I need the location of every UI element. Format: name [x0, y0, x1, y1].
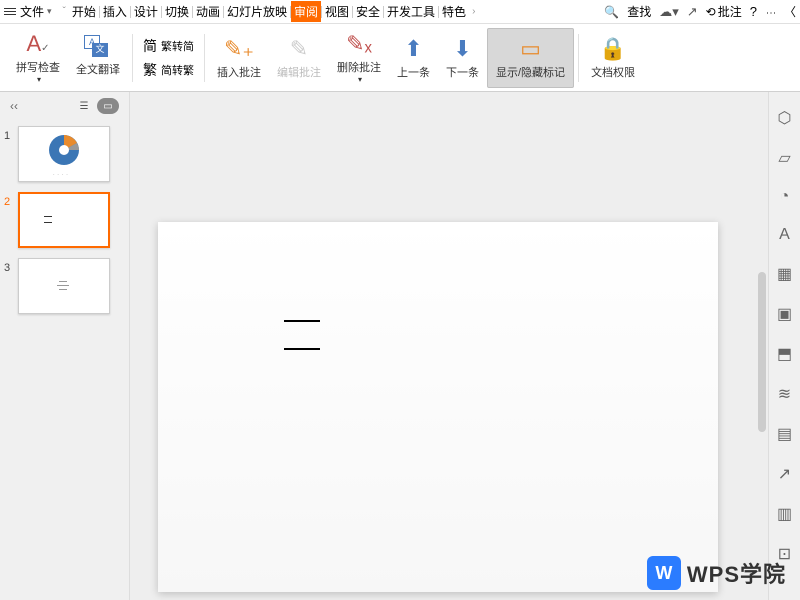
- slide-content-line: [284, 348, 320, 350]
- insert-comment-button[interactable]: ✎₊ 插入批注: [209, 28, 269, 88]
- toggle-markup-label: 显示/隐藏标记: [496, 64, 565, 80]
- slide-number: 1: [4, 126, 18, 142]
- toggle-markup-button[interactable]: ▭ 显示/隐藏标记: [487, 28, 574, 88]
- collapse-ribbon-icon[interactable]: 〈: [784, 3, 796, 20]
- thumbnail: [18, 258, 110, 314]
- thumbnail: [18, 192, 110, 248]
- edit-comment-button: ✎ 编辑批注: [269, 28, 329, 88]
- slide-panel: ‹‹ ☰ ▭ 1 - - - - 2: [0, 92, 130, 600]
- watermark-text: WPS学院: [687, 557, 786, 589]
- convert-group: 简繁转简 繁简转繁: [137, 36, 200, 80]
- vertical-scrollbar[interactable]: [758, 272, 766, 432]
- edit-comment-icon: ✎: [290, 36, 308, 62]
- file-menu-label: 文件: [20, 3, 44, 20]
- tab-transition[interactable]: 切换: [162, 1, 192, 22]
- delete-comment-button[interactable]: ✎ₓ 删除批注▾: [329, 28, 389, 88]
- translate-label: 全文翻译: [76, 61, 120, 77]
- hamburger-icon[interactable]: [4, 8, 16, 15]
- next-icon: ⬇: [453, 36, 471, 62]
- tab-special[interactable]: 特色: [439, 1, 469, 22]
- shape-tool-icon[interactable]: ▱: [778, 148, 790, 168]
- next-comment-button[interactable]: ⬇ 下一条: [438, 28, 487, 88]
- thumbnail: - - - -: [18, 126, 110, 182]
- tab-devtools[interactable]: 开发工具: [384, 1, 438, 22]
- help-icon[interactable]: ?: [750, 4, 757, 19]
- tab-insert[interactable]: 插入: [100, 1, 130, 22]
- simplified-icon: 简: [143, 36, 157, 56]
- spellcheck-button[interactable]: A✓ 拼写检查 ▾: [8, 28, 68, 88]
- tab-view[interactable]: 视图: [322, 1, 352, 22]
- tab-slideshow[interactable]: 幻灯片放映: [224, 1, 290, 22]
- doc-permission-button[interactable]: 🔒 文档权限: [583, 28, 643, 88]
- spellcheck-icon: A✓: [26, 31, 49, 57]
- edit-comment-label: 编辑批注: [277, 64, 321, 80]
- table-tool-icon[interactable]: ▦: [777, 264, 792, 284]
- menu-tabs: 开始 插入 设计 切换 动画 幻灯片放映 审阅 视图 安全 开发工具 特色 ›: [69, 1, 479, 22]
- export-tool-icon[interactable]: ↗: [778, 464, 791, 484]
- watermark: W WPS学院: [647, 556, 786, 590]
- slide-thumbnail-2[interactable]: 2: [4, 192, 125, 248]
- chevron-down-icon: ▾: [47, 6, 52, 17]
- file-menu[interactable]: 文件 ▾: [20, 3, 52, 20]
- insert-comment-icon: ✎₊: [224, 36, 254, 62]
- text-tool-icon[interactable]: A: [779, 226, 790, 244]
- delete-comment-icon: ✎ₓ: [346, 31, 372, 57]
- tab-review[interactable]: 审阅: [291, 1, 321, 22]
- to-simplified-button[interactable]: 简繁转简: [143, 36, 194, 56]
- more-icon[interactable]: ⋮: [765, 8, 776, 16]
- annotate-button[interactable]: ⟲批注: [706, 3, 742, 20]
- doc-permission-label: 文档权限: [591, 64, 635, 80]
- slide-content-line: [284, 320, 320, 322]
- traditional-icon: 繁: [143, 60, 157, 80]
- markup-icon: ▭: [520, 36, 541, 62]
- tab-design[interactable]: 设计: [131, 1, 161, 22]
- pie-chart-icon: [47, 133, 81, 167]
- chevron-down-icon: ▾: [37, 75, 41, 84]
- spellcheck-label: 拼写检查: [16, 59, 60, 75]
- translate-icon: A文: [86, 39, 110, 59]
- slide-number: 3: [4, 258, 18, 274]
- thumbnail-view-button[interactable]: ▭: [97, 98, 119, 114]
- next-label: 下一条: [446, 64, 479, 80]
- slide-thumbnail-1[interactable]: 1 - - - -: [4, 126, 125, 182]
- filter-tool-icon[interactable]: ≋: [778, 384, 791, 404]
- to-traditional-button[interactable]: 繁简转繁: [143, 60, 194, 80]
- outline-view-button[interactable]: ☰: [73, 98, 95, 114]
- layers-tool-icon[interactable]: ▥: [777, 504, 792, 524]
- tab-animation[interactable]: 动画: [193, 1, 223, 22]
- search-icon[interactable]: 🔍: [604, 5, 619, 19]
- prev-icon: ⬆: [404, 36, 422, 62]
- ribbon-toolbar: A✓ 拼写检查 ▾ A文 全文翻译 简繁转简 繁简转繁 ✎₊ 插入批注 ✎ 编辑…: [0, 24, 800, 92]
- prev-label: 上一条: [397, 64, 430, 80]
- share-icon[interactable]: ↗: [687, 4, 698, 20]
- slide-thumbnail-3[interactable]: 3: [4, 258, 125, 314]
- translate-button[interactable]: A文 全文翻译: [68, 28, 128, 88]
- grid-tool-icon[interactable]: ▣: [777, 304, 792, 324]
- select-tool-icon[interactable]: ⬡: [778, 108, 792, 128]
- slide-number: 2: [4, 192, 18, 208]
- menu-sep: ˇ: [63, 6, 66, 17]
- lock-icon: 🔒: [599, 36, 626, 62]
- slide-canvas[interactable]: [158, 222, 718, 592]
- cloud-icon[interactable]: ☁▾: [659, 4, 679, 20]
- canvas-area: [130, 92, 768, 600]
- chart-tool-icon[interactable]: ⬒: [777, 344, 792, 364]
- circle-tool-icon[interactable]: ◔: [780, 188, 790, 206]
- prev-comment-button[interactable]: ⬆ 上一条: [389, 28, 438, 88]
- wps-logo-icon: W: [647, 556, 681, 590]
- panel-collapse-icon[interactable]: ‹‹: [10, 99, 18, 113]
- panel-view-toggle: ☰ ▭: [73, 98, 119, 114]
- delete-comment-label: 删除批注: [337, 59, 381, 75]
- right-sidebar: ⬡ ▱ ◔ A ▦ ▣ ⬒ ≋ ▤ ↗ ▥ ⊡: [768, 92, 800, 600]
- insert-comment-label: 插入批注: [217, 64, 261, 80]
- image-tool-icon[interactable]: ▤: [777, 424, 792, 444]
- search-label[interactable]: 查找: [627, 3, 651, 20]
- tab-start[interactable]: 开始: [69, 1, 99, 22]
- tab-security[interactable]: 安全: [353, 1, 383, 22]
